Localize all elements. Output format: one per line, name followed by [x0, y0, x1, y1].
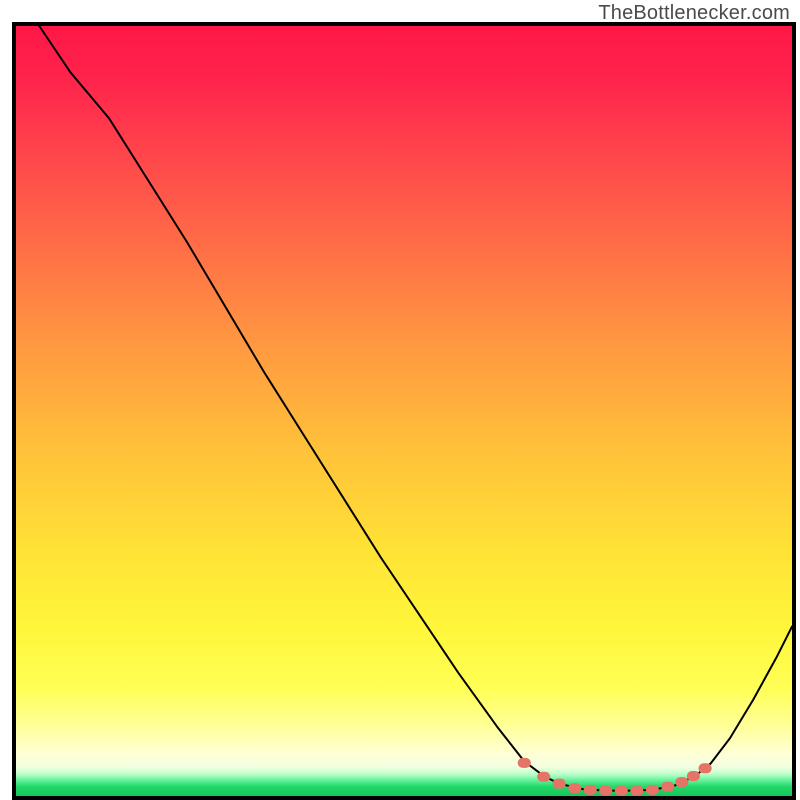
- bottleneck-curve: [39, 26, 792, 791]
- curve-marker: [553, 779, 566, 789]
- plot-area: [12, 22, 796, 800]
- curve-marker: [687, 771, 700, 781]
- curve-marker: [537, 772, 550, 782]
- curve-marker: [698, 763, 711, 773]
- curve-marker: [630, 786, 643, 796]
- curve-marker: [584, 785, 597, 795]
- curve-marker: [646, 785, 659, 795]
- curve-marker: [615, 786, 628, 796]
- curve-marker: [675, 777, 688, 787]
- curve-marker: [661, 782, 674, 792]
- chart-overlay: [16, 26, 792, 796]
- chart-stage: TheBottlenecker.com: [0, 0, 800, 800]
- watermark-text: TheBottlenecker.com: [598, 2, 790, 25]
- curve-marker: [518, 758, 531, 768]
- curve-marker: [599, 786, 612, 796]
- curve-marker: [568, 783, 581, 793]
